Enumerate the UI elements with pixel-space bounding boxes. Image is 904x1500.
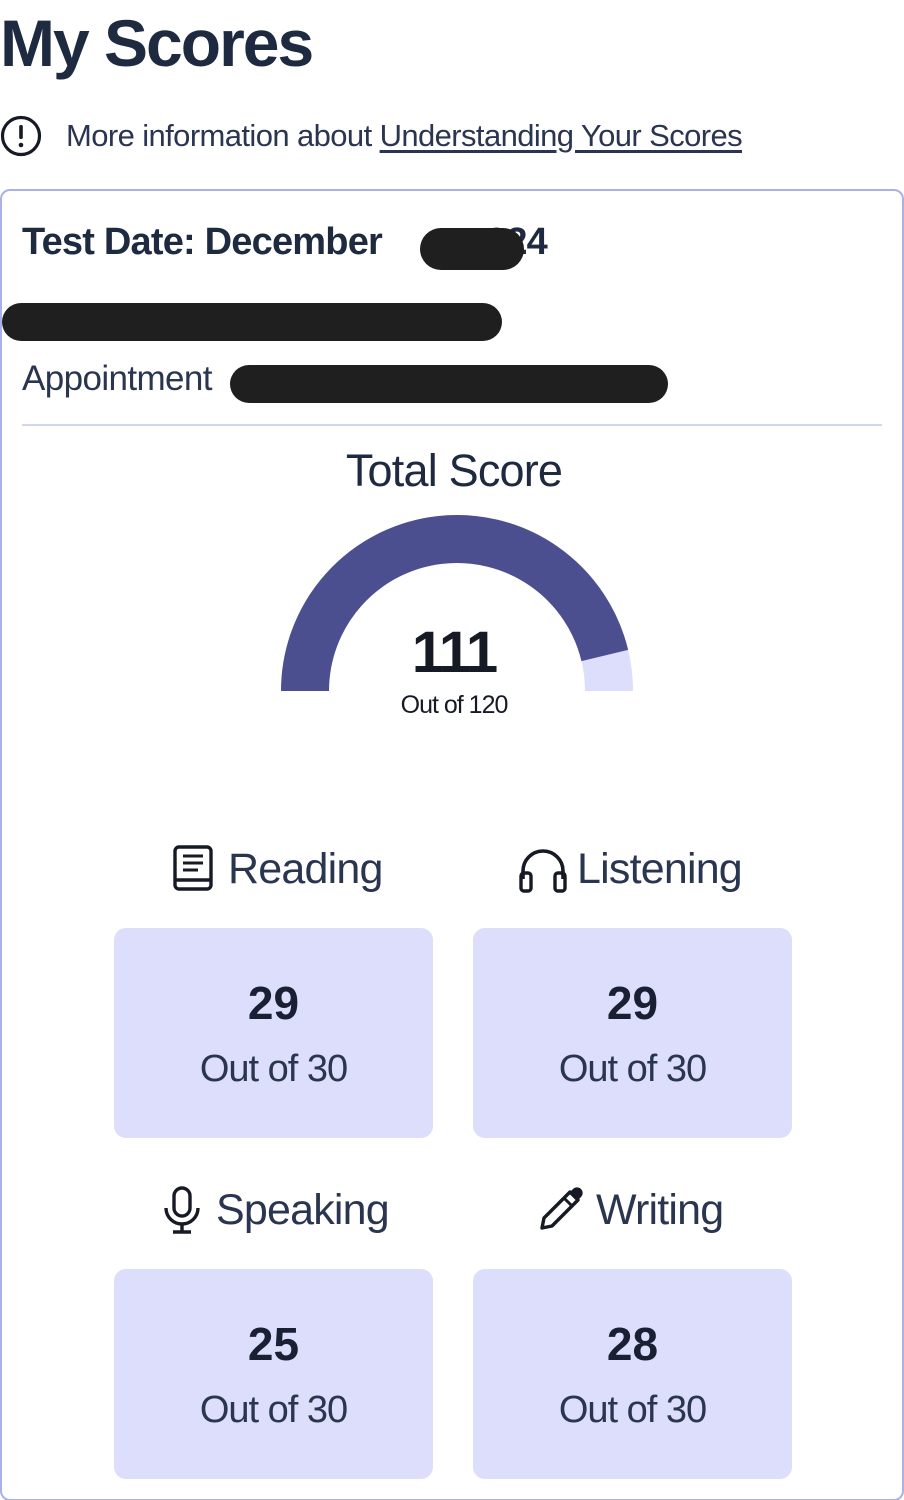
total-score-max: Out of 120 xyxy=(400,691,509,719)
appointment-label: Appointment xyxy=(22,359,213,398)
writing-label-text: Writing xyxy=(596,1185,724,1234)
total-score-title: Total Score xyxy=(345,445,563,496)
speaking-score-value: 25 xyxy=(247,1318,300,1370)
alert-circle-icon xyxy=(0,115,42,157)
info-prefix: More information about xyxy=(66,118,380,153)
writing-score-max: Out of 30 xyxy=(558,1389,707,1431)
speaking-label: Speaking xyxy=(160,1184,390,1236)
pencil-icon xyxy=(540,1187,583,1230)
microphone-icon xyxy=(164,1186,200,1234)
listening-score-box: 29 Out of 30 xyxy=(473,928,792,1138)
listening-label-text: Listening xyxy=(577,844,743,893)
headphones-icon xyxy=(519,849,567,893)
redaction-appointment xyxy=(230,365,668,403)
reading-score-value: 29 xyxy=(247,977,300,1029)
reading-score-max: Out of 30 xyxy=(199,1048,348,1090)
test-date-prefix: Test Date: December xyxy=(22,221,383,263)
reading-score-box: 29 Out of 30 xyxy=(114,928,433,1138)
card-divider xyxy=(22,424,882,426)
info-text: More information about Understanding You… xyxy=(66,118,743,154)
total-score-value: 111 xyxy=(411,620,498,685)
speaking-score-max: Out of 30 xyxy=(199,1389,348,1431)
reading-label-text: Reading xyxy=(228,844,383,893)
page-title: My Scores xyxy=(0,6,314,80)
listening-label: Listening xyxy=(517,843,743,895)
writing-score-box: 28 Out of 30 xyxy=(473,1269,792,1479)
info-row: More information about Understanding You… xyxy=(0,110,743,162)
writing-score-value: 28 xyxy=(606,1318,659,1370)
score-card: Test Date: December024 Appointment Total… xyxy=(0,189,904,1500)
speaking-label-text: Speaking xyxy=(216,1185,390,1234)
book-icon xyxy=(173,845,213,891)
redaction-date xyxy=(420,228,524,270)
listening-score-value: 29 xyxy=(606,977,659,1029)
understanding-scores-link[interactable]: Understanding Your Scores xyxy=(380,118,743,153)
redaction-name xyxy=(2,303,502,341)
writing-label: Writing xyxy=(534,1184,724,1236)
reading-label: Reading xyxy=(170,843,383,895)
listening-score-max: Out of 30 xyxy=(558,1048,707,1090)
speaking-score-box: 25 Out of 30 xyxy=(114,1269,433,1479)
